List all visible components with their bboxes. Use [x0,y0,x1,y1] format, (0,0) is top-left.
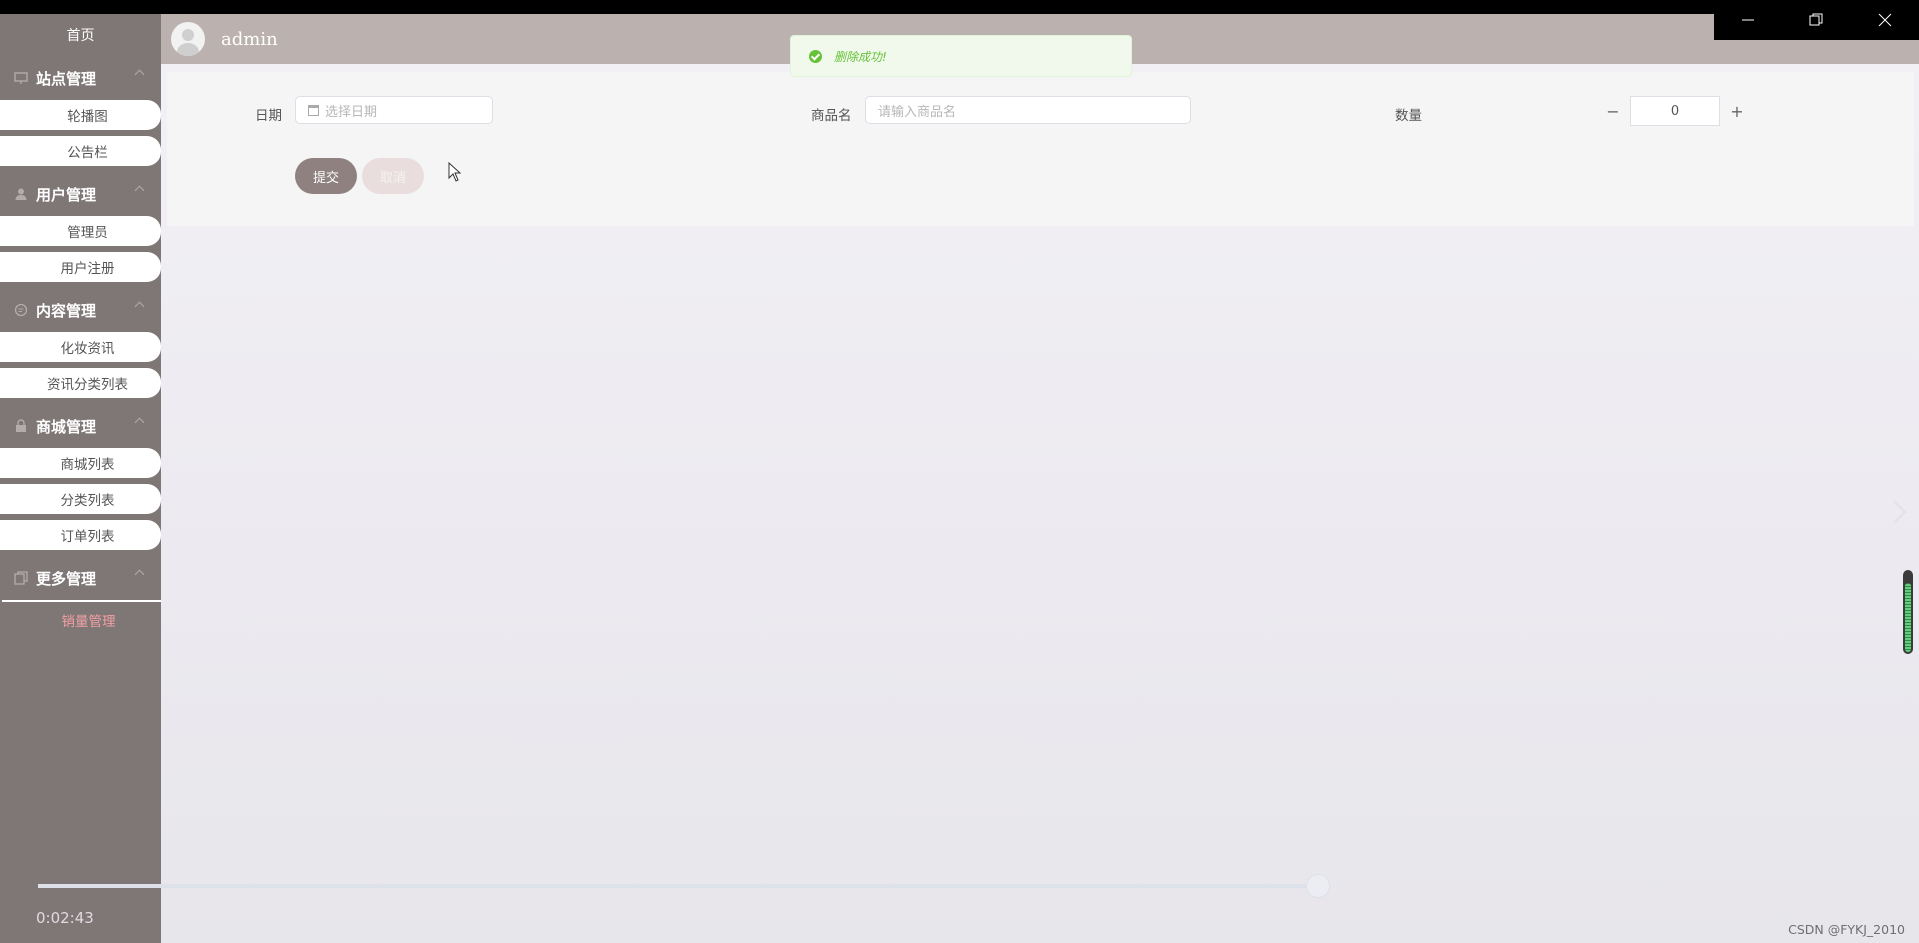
success-toast: 删除成功! [790,35,1132,77]
sidebar-item-category-list[interactable]: 分类列表 [0,484,161,514]
sidebar-group-head-users[interactable]: 用户管理 [0,172,161,216]
increase-button[interactable]: + [1720,96,1754,126]
form-panel: 日期 选择日期 商品名 请输入商品名 数量 − 0 + 提交 取消 [167,72,1914,226]
quantity-stepper: − 0 + [1596,96,1764,126]
sidebar-item-order-list[interactable]: 订单列表 [0,520,161,550]
chevron-up-icon [134,301,145,312]
mouse-cursor-icon [448,162,462,182]
sidebar-group-title: 商城管理 [36,417,97,436]
sidebar-item-news-category[interactable]: 资讯分类列表 [0,368,161,398]
product-placeholder: 请输入商品名 [878,104,957,120]
decrease-button[interactable]: − [1596,96,1630,126]
sidebar-group-title: 站点管理 [36,69,97,88]
video-progress-handle[interactable] [1306,874,1330,898]
volume-meter[interactable] [1903,570,1913,654]
toast-message: 删除成功! [834,49,887,64]
product-label: 商品名 [811,108,852,124]
avatar[interactable] [171,22,205,56]
sidebar-group-content: 内容管理 化妆资讯 资讯分类列表 [0,288,161,398]
message-icon [14,303,28,317]
video-time: 0:02:43 [36,909,94,927]
minimize-icon [1742,19,1755,21]
window-controls [1714,0,1919,40]
cancel-button[interactable]: 取消 [362,158,424,194]
date-placeholder: 选择日期 [325,104,378,120]
restore-icon [1809,13,1823,26]
volume-level [1905,583,1911,652]
monitor-icon [14,72,28,84]
chevron-up-icon [134,69,145,80]
sidebar-group-users: 用户管理 管理员 用户注册 [0,172,161,282]
sidebar-group-head-mall[interactable]: 商城管理 [0,404,161,448]
copy-icon [14,571,28,585]
sidebar-item-notice[interactable]: 公告栏 [0,136,161,166]
chevron-up-icon [134,569,145,580]
sidebar-group-mall: 商城管理 商城列表 分类列表 订单列表 [0,404,161,550]
sidebar-group-head-site[interactable]: 站点管理 [0,56,161,100]
watermark: CSDN @FYKJ_2010 [1788,922,1905,937]
video-progress-track[interactable] [38,884,1318,888]
quantity-label: 数量 [1395,108,1422,124]
date-picker[interactable]: 选择日期 [295,96,493,124]
chevron-up-icon [134,417,145,428]
check-circle-icon [809,49,822,63]
calendar-icon [308,104,319,116]
sidebar-group-title: 更多管理 [36,569,97,588]
lock-icon [16,419,26,432]
sidebar-group-head-more[interactable]: 更多管理 [0,556,161,600]
close-button[interactable] [1851,0,1919,40]
sidebar-item-makeup-news[interactable]: 化妆资讯 [0,332,161,362]
sidebar-group-head-content[interactable]: 内容管理 [0,288,161,332]
sidebar-home[interactable]: 首页 [0,14,161,56]
user-icon [15,188,27,200]
date-label: 日期 [255,108,282,124]
sidebar-group-more: 更多管理 销量管理 [0,556,161,638]
sidebar-item-carousel[interactable]: 轮播图 [0,100,161,130]
sidebar-item-admin[interactable]: 管理员 [0,216,161,246]
sidebar: 首页 站点管理 轮播图 公告栏 用户管理 管理员 用户注册 内容管理 化妆资讯 … [0,14,161,943]
minimize-button[interactable] [1714,0,1782,40]
sidebar-group-title: 用户管理 [36,185,97,204]
product-name-input[interactable]: 请输入商品名 [865,96,1191,124]
sidebar-item-sales[interactable]: 销量管理 [2,600,161,638]
quantity-value[interactable]: 0 [1630,96,1720,126]
sidebar-item-mall-list[interactable]: 商城列表 [0,448,161,478]
submit-button[interactable]: 提交 [295,158,357,194]
app-window: 首页 站点管理 轮播图 公告栏 用户管理 管理员 用户注册 内容管理 化妆资讯 … [0,14,1919,943]
restore-button[interactable] [1782,0,1850,40]
sidebar-group-site: 站点管理 轮播图 公告栏 [0,56,161,166]
close-icon [1878,13,1892,27]
username: admin [221,28,278,50]
sidebar-group-title: 内容管理 [36,301,97,320]
sidebar-item-user-register[interactable]: 用户注册 [0,252,161,282]
chevron-right-icon[interactable] [1883,500,1907,524]
chevron-up-icon [134,185,145,196]
